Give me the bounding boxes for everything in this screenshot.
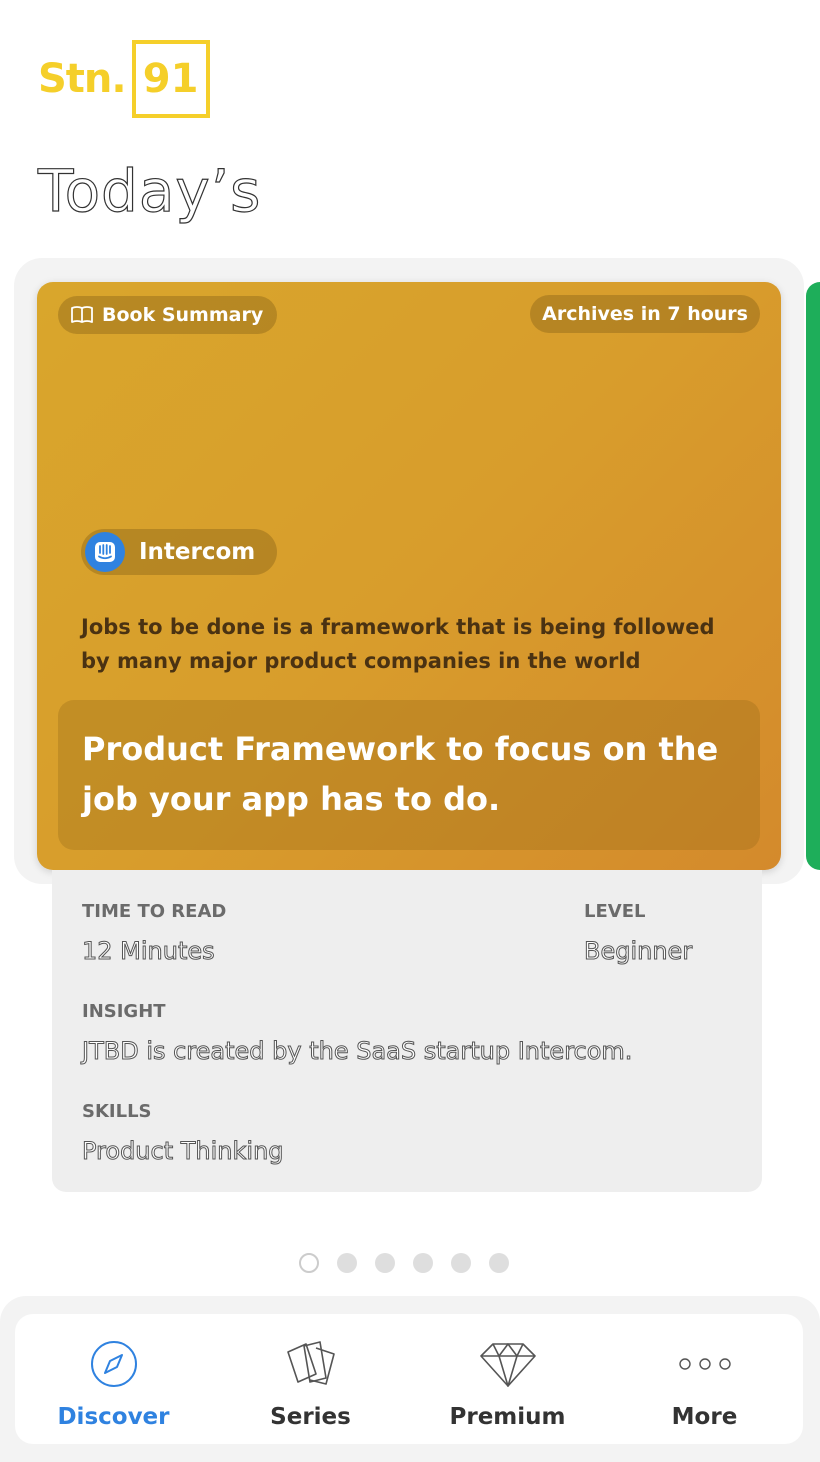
nav-item-series[interactable]: Series [212,1314,409,1444]
pagination-dot[interactable] [413,1253,433,1273]
logo-number-box: 91 [131,40,210,118]
pagination-dot[interactable] [451,1253,471,1273]
bottom-nav: Discover Series Premium More [15,1314,803,1444]
nav-label-more: More [671,1404,738,1430]
app-screen: Stn. 91 Today’s Book Summary Archives in… [0,0,820,1462]
logo-text: Stn. [38,56,127,102]
card-description: Jobs to be done is a framework that is b… [81,615,715,673]
more-dots-icon [673,1336,737,1392]
next-card-peek[interactable] [806,282,820,870]
level-label: LEVEL [584,901,646,922]
pagination-dots [299,1253,509,1273]
nav-item-more[interactable]: More [606,1314,803,1444]
company-pill[interactable]: Intercom [81,529,278,575]
nav-item-discover[interactable]: Discover [15,1314,212,1444]
intercom-logo-icon [85,532,125,572]
page-title: Today’s [37,157,262,225]
skills-value: Product Thinking [82,1137,285,1166]
insight-value: JTBD is created by the SaaS startup Inte… [81,1037,633,1066]
skills-label: SKILLS [82,1101,152,1122]
app-logo: Stn. 91 [38,40,210,118]
insight-label: INSIGHT [82,1001,166,1022]
card-details-panel: TIME TO READ 12 Minutes LEVEL Beginner I… [52,870,762,1192]
pagination-dot[interactable] [375,1253,395,1273]
compass-icon [82,1336,146,1392]
nav-item-premium[interactable]: Premium [409,1314,606,1444]
cards-icon [279,1336,343,1392]
nav-label-series: Series [270,1404,351,1430]
category-pill: Book Summary [58,296,278,334]
story-card[interactable]: Book Summary Archives in 7 hours Interco… [37,282,781,870]
pagination-dot[interactable] [337,1253,357,1273]
time-to-read-value: 12 Minutes [82,937,216,966]
nav-label-discover: Discover [57,1404,170,1430]
archive-badge: Archives in 7 hours [530,295,760,333]
level-value: Beginner [583,937,693,966]
diamond-icon [476,1336,540,1392]
card-title: Product Framework to focus on the job yo… [82,730,719,818]
time-to-read-label: TIME TO READ [82,901,227,922]
pagination-dot[interactable] [489,1253,509,1273]
category-label: Book Summary [102,304,264,326]
book-icon [71,306,93,323]
pagination-dot[interactable] [299,1253,319,1273]
company-name: Intercom [139,539,256,565]
card-title-box: Product Framework to focus on the job yo… [58,700,760,850]
nav-label-premium: Premium [449,1404,566,1430]
